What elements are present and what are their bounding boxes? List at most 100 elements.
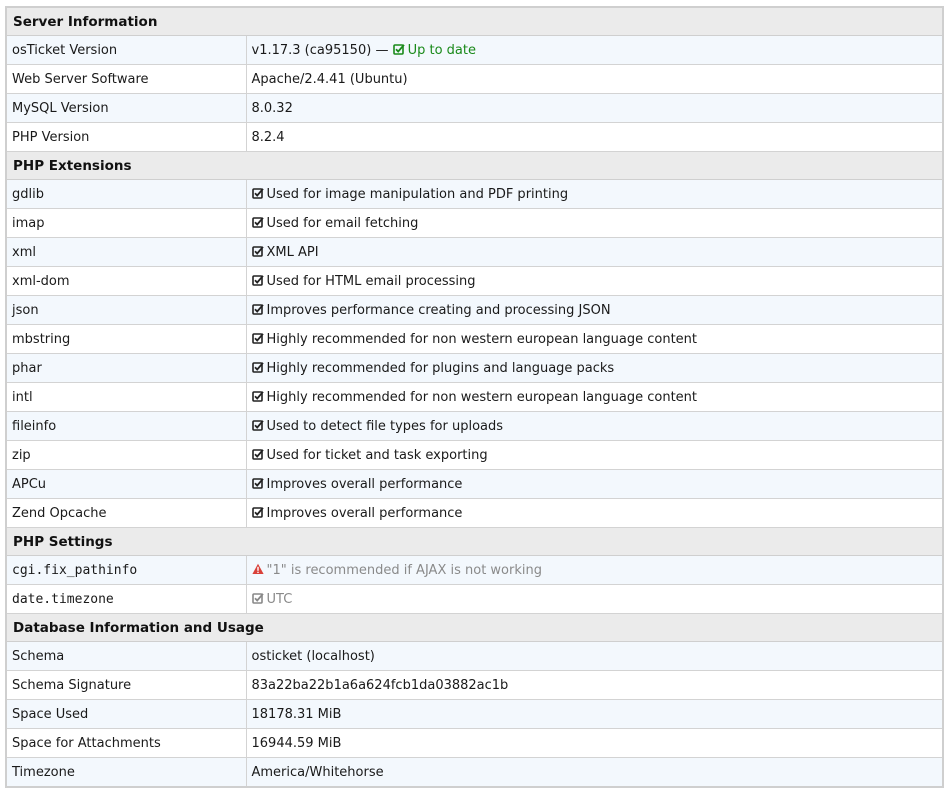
row-label: osTicket Version: [5, 35, 247, 65]
table-row: Space Used 18178.31 MiB: [5, 699, 944, 729]
row-value: osticket (localhost): [245, 641, 944, 671]
table-row: zip Used for ticket and task exporting: [5, 440, 944, 470]
section-header-server-information: Server Information: [5, 6, 944, 36]
row-value: Improves overall performance: [245, 498, 944, 528]
table-row: Space for Attachments 16944.59 MiB: [5, 728, 944, 758]
check-square-icon: [251, 390, 264, 402]
extension-description: Used for email fetching: [266, 215, 419, 231]
row-value: 8.0.32: [245, 93, 944, 123]
setting-note: UTC: [266, 591, 293, 607]
row-label: date.timezone: [5, 584, 247, 614]
table-row: gdlib Used for image manipulation and PD…: [5, 179, 944, 209]
check-square-icon: [251, 303, 264, 315]
row-value: Highly recommended for non western europ…: [245, 382, 944, 412]
table-row: osTicket Version v1.17.3 (ca95150) — Up …: [5, 35, 944, 65]
check-square-icon: [251, 448, 264, 460]
row-label: Timezone: [5, 757, 247, 788]
extension-description: Highly recommended for non western europ…: [266, 389, 698, 405]
row-label: xml: [5, 237, 247, 267]
row-value: Highly recommended for plugins and langu…: [245, 353, 944, 383]
extension-description: Used for ticket and task exporting: [266, 447, 488, 463]
osticket-version-value: v1.17.3 (ca95150): [251, 42, 372, 58]
table-row: Timezone America/Whitehorse: [5, 757, 944, 788]
row-value: XML API: [245, 237, 944, 267]
table-row: Schema osticket (localhost): [5, 641, 944, 671]
table-row: mbstring Highly recommended for non west…: [5, 324, 944, 354]
section-header-php-settings: PHP Settings: [5, 527, 944, 556]
row-value: Used for ticket and task exporting: [245, 440, 944, 470]
up-to-date-label: Up to date: [407, 42, 476, 58]
row-value: Used for HTML email processing: [245, 266, 944, 296]
table-row: Web Server Software Apache/2.4.41 (Ubunt…: [5, 64, 944, 94]
row-label: MySQL Version: [5, 93, 247, 123]
row-value: 8.2.4: [245, 122, 944, 152]
row-label: Web Server Software: [5, 64, 247, 94]
row-label: intl: [5, 382, 247, 412]
row-value: Improves overall performance: [245, 469, 944, 499]
row-value: Used for email fetching: [245, 208, 944, 238]
extension-description: XML API: [266, 244, 319, 260]
row-label: Schema: [5, 641, 247, 671]
row-value: America/Whitehorse: [245, 757, 944, 788]
row-label: mbstring: [5, 324, 247, 354]
warning-icon: [251, 563, 264, 574]
row-label: gdlib: [5, 179, 247, 209]
extension-description: Used to detect file types for uploads: [266, 418, 504, 434]
check-square-icon: [251, 332, 264, 344]
table-row: cgi.fix_pathinfo "1" is recommended if A…: [5, 555, 944, 585]
table-row: date.timezone UTC: [5, 584, 944, 614]
version-status: Up to date: [392, 42, 476, 58]
row-label: Schema Signature: [5, 670, 247, 700]
check-square-icon: [251, 245, 264, 257]
check-square-icon: [251, 187, 264, 199]
check-square-icon: [251, 592, 264, 604]
row-label: Zend Opcache: [5, 498, 247, 528]
system-information-panel: Server Information osTicket Version v1.1…: [5, 6, 944, 788]
extension-description: Highly recommended for non western europ…: [266, 331, 698, 347]
section-title: PHP Settings: [5, 527, 944, 556]
table-row: MySQL Version 8.0.32: [5, 93, 944, 123]
check-square-icon: [392, 43, 405, 55]
check-square-icon: [251, 361, 264, 373]
table-row: Schema Signature 83a22ba22b1a6a624fcb1da…: [5, 670, 944, 700]
check-square-icon: [251, 216, 264, 228]
extension-description: Used for image manipulation and PDF prin…: [266, 186, 569, 202]
table-row: APCu Improves overall performance: [5, 469, 944, 499]
table-row: imap Used for email fetching: [5, 208, 944, 238]
section-header-php-extensions: PHP Extensions: [5, 151, 944, 180]
extension-description: Highly recommended for plugins and langu…: [266, 360, 615, 376]
row-value: v1.17.3 (ca95150) — Up to date: [245, 35, 944, 65]
check-square-icon: [251, 274, 264, 286]
row-label: Space Used: [5, 699, 247, 729]
extension-description: Improves overall performance: [266, 476, 463, 492]
section-title: Database Information and Usage: [5, 613, 944, 642]
check-square-icon: [251, 419, 264, 431]
row-label: fileinfo: [5, 411, 247, 441]
row-value: UTC: [245, 584, 944, 614]
table-row: PHP Version 8.2.4: [5, 122, 944, 152]
row-value: "1" is recommended if AJAX is not workin…: [245, 555, 944, 585]
row-value: Apache/2.4.41 (Ubuntu): [245, 64, 944, 94]
row-value: Highly recommended for non western europ…: [245, 324, 944, 354]
table-row: phar Highly recommended for plugins and …: [5, 353, 944, 383]
system-information-table: Server Information osTicket Version v1.1…: [5, 6, 944, 788]
section-header-database-information: Database Information and Usage: [5, 613, 944, 642]
version-separator: —: [375, 42, 389, 58]
row-value: Used for image manipulation and PDF prin…: [245, 179, 944, 209]
row-label: Space for Attachments: [5, 728, 247, 758]
setting-note: "1" is recommended if AJAX is not workin…: [266, 562, 543, 578]
row-value: Used to detect file types for uploads: [245, 411, 944, 441]
extension-description: Improves performance creating and proces…: [266, 302, 611, 318]
section-title: Server Information: [5, 6, 944, 36]
row-label: APCu: [5, 469, 247, 499]
table-row: xml-dom Used for HTML email processing: [5, 266, 944, 296]
row-value: 16944.59 MiB: [245, 728, 944, 758]
row-value: 18178.31 MiB: [245, 699, 944, 729]
check-square-icon: [251, 506, 264, 518]
check-square-icon: [251, 477, 264, 489]
table-row: xml XML API: [5, 237, 944, 267]
row-label: cgi.fix_pathinfo: [5, 555, 247, 585]
row-value: Improves performance creating and proces…: [245, 295, 944, 325]
row-label: json: [5, 295, 247, 325]
row-label: zip: [5, 440, 247, 470]
